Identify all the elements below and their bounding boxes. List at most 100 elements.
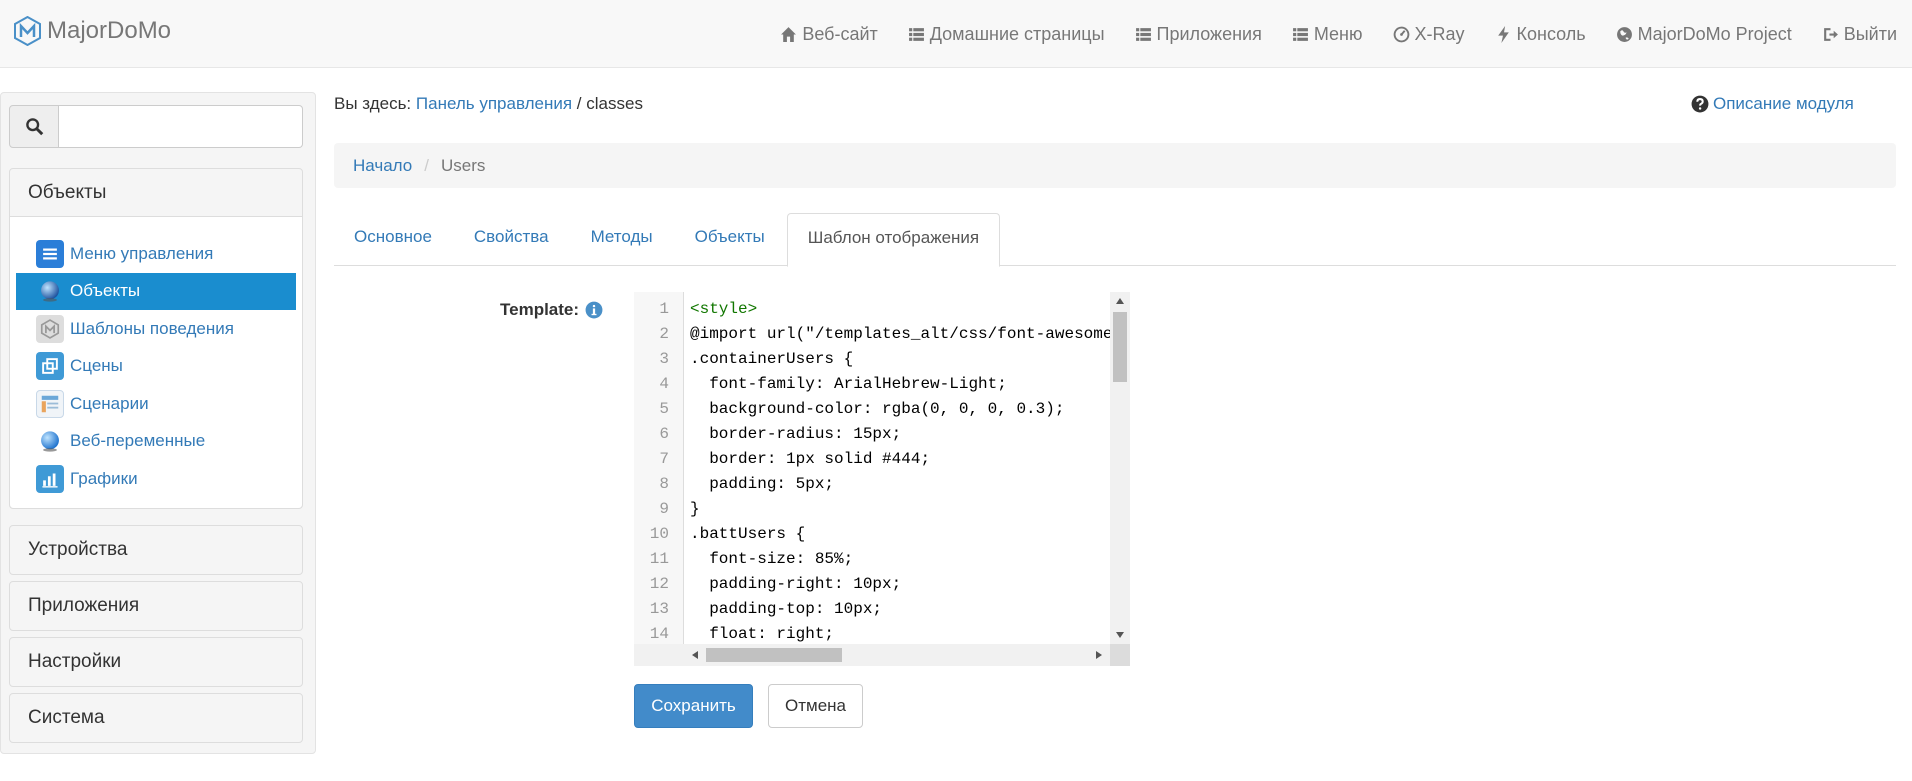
save-button[interactable]: Сохранить	[634, 684, 753, 728]
scroll-right-arrow-icon[interactable]	[1096, 651, 1102, 659]
nav-apps[interactable]: Приложения	[1120, 0, 1277, 68]
code-lines[interactable]: 1 <style> 2 @import url("/templates_alt/css…	[634, 297, 1110, 666]
apps-panel-heading[interactable]: Приложения	[10, 582, 302, 630]
globe-icon	[1616, 26, 1632, 42]
code-line[interactable]: 5 background-color: rgba(0, 0, 0, 0.3);	[634, 397, 1110, 422]
location-separator: /	[576, 94, 582, 113]
nav-home-pages-label: Домашние страницы	[929, 23, 1105, 44]
brand[interactable]: MajorDoMo	[14, 16, 171, 46]
tab-general[interactable]: Основное	[334, 213, 452, 266]
sidebar-item-scenes[interactable]: Сцены	[16, 348, 296, 386]
settings-panel[interactable]: Настройки	[9, 637, 303, 687]
nav-xray[interactable]: X-Ray	[1378, 0, 1480, 68]
tab-methods[interactable]: Методы	[571, 213, 673, 266]
line-code: padding-right: 10px;	[690, 575, 902, 593]
line-number: 8	[659, 475, 669, 493]
search-input[interactable]	[59, 105, 303, 148]
objects-panel-heading[interactable]: Объекты	[10, 169, 302, 217]
line-code: }	[690, 500, 700, 518]
template-label: Template:	[500, 300, 580, 319]
nav-logout-label: Выйти	[1843, 23, 1897, 44]
search-icon	[25, 118, 43, 136]
line-number: 6	[659, 425, 669, 443]
list-icon	[908, 27, 924, 41]
scenario-icon	[36, 389, 64, 418]
info-icon[interactable]	[585, 301, 603, 319]
code-line[interactable]: 8 padding: 5px;	[634, 472, 1110, 497]
code-line[interactable]: 13 padding-top: 10px;	[634, 597, 1110, 622]
menu-icon	[36, 239, 64, 268]
code-line[interactable]: 9}	[634, 497, 1110, 522]
code-line[interactable]: 2 @import url("/templates_alt/css/font-aw…	[634, 322, 1110, 347]
template-code-editor[interactable]: 1 <style> 2 @import url("/templates_alt/css…	[634, 292, 1130, 666]
tab-properties[interactable]: Свойства	[454, 213, 569, 266]
settings-panel-heading[interactable]: Настройки	[10, 638, 302, 686]
tab-objects[interactable]: Объекты	[675, 213, 785, 266]
bolt-icon	[1497, 25, 1509, 43]
sidebar-item-scenarios[interactable]: Сценарии	[16, 385, 296, 423]
line-number: 2	[659, 325, 669, 343]
code-line[interactable]: 7 border: 1px solid #444;	[634, 447, 1110, 472]
sidebar-item-label: Сценарии	[70, 393, 149, 413]
code-line[interactable]: 1 <style>	[634, 297, 1110, 322]
line-number: 10	[649, 525, 669, 543]
code-line[interactable]: 3 .containerUsers {	[634, 347, 1110, 372]
tab-display-template[interactable]: Шаблон отображения	[786, 213, 1001, 267]
system-panel[interactable]: Система	[9, 693, 303, 743]
system-panel-heading[interactable]: Система	[10, 694, 302, 742]
code-line[interactable]: 12 padding-right: 10px;	[634, 572, 1110, 597]
scroll-left-arrow-icon[interactable]	[692, 651, 698, 659]
nav-console[interactable]: Консоль	[1480, 0, 1601, 68]
search-group	[9, 105, 303, 148]
scroll-down-arrow-icon[interactable]	[1116, 632, 1124, 638]
code-line[interactable]: 10 .battUsers {	[634, 522, 1110, 547]
scroll-up-arrow-icon[interactable]	[1116, 298, 1124, 304]
sidebar-item-charts[interactable]: Графики	[16, 460, 296, 498]
list-icon	[1135, 27, 1151, 41]
nav-home-pages[interactable]: Домашние страницы	[893, 0, 1120, 68]
chart-icon	[36, 464, 64, 493]
sidebar-item-control-menu[interactable]: Меню управления	[16, 235, 296, 273]
code-line[interactable]: 6 border-radius: 15px;	[634, 422, 1110, 447]
line-number: 13	[649, 600, 669, 618]
devices-panel-heading[interactable]: Устройства	[10, 526, 302, 574]
devices-panel[interactable]: Устройства	[9, 525, 303, 575]
apps-panel[interactable]: Приложения	[9, 581, 303, 631]
web-vars-icon	[36, 427, 64, 455]
line-code: @import url("/templates_alt/css/font-awe…	[690, 325, 1110, 343]
horizontal-scroll-thumb[interactable]	[706, 648, 842, 662]
vertical-scrollbar[interactable]	[1110, 292, 1130, 644]
line-code: background-color: rgba(0, 0, 0, 0.3);	[690, 400, 1065, 418]
template-icon	[36, 314, 64, 343]
nav-logout[interactable]: Выйти	[1807, 0, 1912, 68]
nav-project-label: MajorDoMo Project	[1637, 23, 1792, 44]
sidebar-item-objects[interactable]: Объекты	[16, 272, 296, 310]
breadcrumb-current: Users	[440, 155, 486, 175]
line-code: .battUsers {	[690, 525, 806, 543]
template-label-group: Template:	[500, 300, 603, 320]
cancel-button[interactable]: Отмена	[768, 684, 863, 728]
line-number: 12	[649, 575, 669, 593]
code-line[interactable]: 11 font-size: 85%;	[634, 547, 1110, 572]
nav-project[interactable]: MajorDoMo Project	[1601, 0, 1807, 68]
sidebar-item-label: Шаблоны поведения	[70, 318, 234, 338]
line-number: 1	[659, 300, 669, 318]
nav-menu-item[interactable]: Меню	[1277, 0, 1378, 68]
vertical-scroll-thumb[interactable]	[1113, 312, 1127, 382]
control-panel-link[interactable]: Панель управления	[416, 94, 572, 113]
line-number: 11	[649, 550, 669, 568]
code-line[interactable]: 4 font-family: ArialHebrew-Light;	[634, 372, 1110, 397]
horizontal-scrollbar[interactable]	[634, 644, 1110, 666]
sidebar-item-label: Объекты	[70, 281, 141, 301]
line-code: <style>	[690, 300, 758, 318]
question-circle-icon	[1691, 95, 1709, 113]
breadcrumb-home[interactable]: Начало	[353, 156, 412, 176]
sidebar-item-label: Меню управления	[70, 243, 214, 263]
search-button[interactable]	[9, 105, 59, 148]
sidebar-item-web-vars[interactable]: Веб-переменные	[16, 423, 296, 461]
line-code: border: 1px solid #444;	[690, 450, 931, 468]
module-description-link[interactable]: Описание модуля	[1691, 94, 1854, 114]
nav-website[interactable]: Веб-сайт	[765, 0, 892, 68]
line-number: 9	[659, 500, 669, 518]
sidebar-item-behavior-templates[interactable]: Шаблоны поведения	[16, 310, 296, 348]
